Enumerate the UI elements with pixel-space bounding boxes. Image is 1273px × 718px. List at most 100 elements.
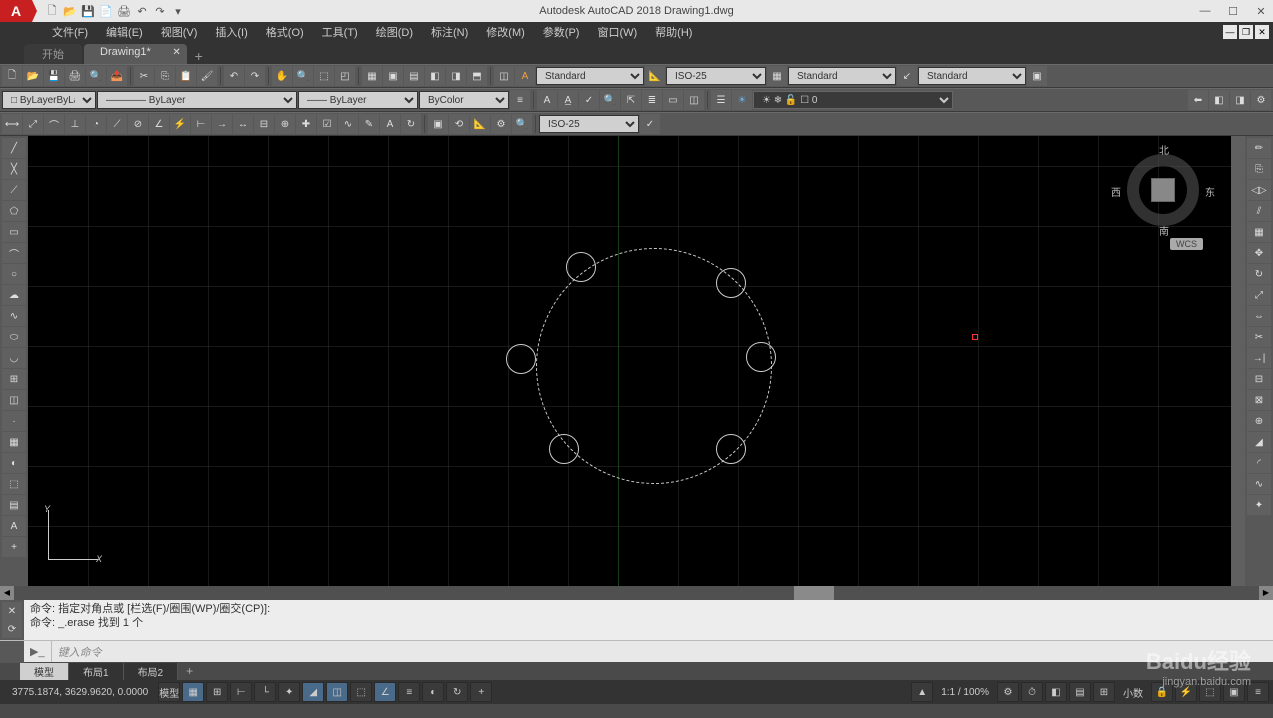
- mdi-close[interactable]: ✕: [1255, 25, 1269, 39]
- dim-continue-icon[interactable]: →: [212, 114, 232, 134]
- tb-misc4-icon[interactable]: ◧: [425, 66, 445, 86]
- trim-tool-icon[interactable]: ✂: [1247, 327, 1271, 347]
- print-icon[interactable]: 🖨: [116, 3, 132, 19]
- status-cycle-btn[interactable]: ↻: [446, 682, 468, 702]
- publish-icon[interactable]: 📤: [107, 66, 127, 86]
- mdi-minimize[interactable]: —: [1223, 25, 1237, 39]
- minimize-button[interactable]: —: [1197, 3, 1213, 19]
- status-units-btn[interactable]: ⊞: [1093, 682, 1115, 702]
- dim-edit-icon[interactable]: ✎: [359, 114, 379, 134]
- menu-view[interactable]: 视图(V): [153, 22, 206, 42]
- status-hw-btn[interactable]: ⚡: [1175, 682, 1197, 702]
- dim-space-icon[interactable]: ↔: [233, 114, 253, 134]
- dim-tool-icon[interactable]: ⚙: [491, 114, 511, 134]
- open-file-icon[interactable]: 📂: [23, 66, 43, 86]
- table-style-icon[interactable]: ▦: [767, 66, 787, 86]
- dim-ordinate-icon[interactable]: ⊥: [65, 114, 85, 134]
- xline-tool-icon[interactable]: ╳: [2, 159, 26, 179]
- menu-edit[interactable]: 编辑(E): [98, 22, 151, 42]
- mdi-restore[interactable]: ❐: [1239, 25, 1253, 39]
- tolerance-icon[interactable]: ⊕: [275, 114, 295, 134]
- layout-add-button[interactable]: +: [178, 663, 201, 679]
- dim-radius-icon[interactable]: ◔: [86, 114, 106, 134]
- compass-south[interactable]: 南: [1159, 223, 1169, 238]
- qat-dropdown-icon[interactable]: ▾: [170, 3, 186, 19]
- dim-quick-icon[interactable]: ⚡: [170, 114, 190, 134]
- layer-tool-icon[interactable]: ⚙: [1251, 90, 1271, 110]
- status-iso2-btn[interactable]: ⬚: [1199, 682, 1221, 702]
- menu-insert[interactable]: 插入(I): [207, 22, 255, 42]
- cmd-prefix[interactable]: ▶_: [24, 641, 52, 662]
- status-iso-btn[interactable]: ◢: [302, 682, 324, 702]
- status-transparency-btn[interactable]: ◐: [422, 682, 444, 702]
- stretch-tool-icon[interactable]: ⇔: [1247, 306, 1271, 326]
- array-tool-icon[interactable]: ▦: [1247, 222, 1271, 242]
- layout-tab-1[interactable]: 布局1: [69, 663, 124, 680]
- rotate-tool-icon[interactable]: ↻: [1247, 264, 1271, 284]
- mirror-tool-icon[interactable]: ◁▷: [1247, 180, 1271, 200]
- layout-tab-2[interactable]: 布局2: [124, 663, 179, 680]
- compass-west[interactable]: 西: [1111, 184, 1121, 199]
- status-3dosnap-btn[interactable]: ⬚: [350, 682, 372, 702]
- tab-start[interactable]: 开始: [24, 44, 82, 64]
- status-perf-btn[interactable]: ⏱: [1021, 682, 1043, 702]
- pan-icon[interactable]: ✋: [272, 66, 292, 86]
- cmd-recent-icon[interactable]: ⟳: [2, 620, 22, 638]
- table-style-select[interactable]: Standard: [788, 67, 896, 85]
- layer-prev-icon[interactable]: ⬅: [1188, 90, 1208, 110]
- justify-icon[interactable]: ≣: [642, 90, 662, 110]
- menu-format[interactable]: 格式(O): [258, 22, 312, 42]
- break-tool-icon[interactable]: ⊠: [1247, 390, 1271, 410]
- dim-update-icon[interactable]: ↻: [401, 114, 421, 134]
- dimstyle-icon[interactable]: 📐: [470, 114, 490, 134]
- drawing-canvas[interactable]: X Y 北 南 西 东 WCS: [28, 136, 1245, 586]
- status-custom-btn[interactable]: ≡: [1247, 682, 1269, 702]
- maximize-button[interactable]: ☐: [1225, 3, 1241, 19]
- status-osnap-btn[interactable]: ◫: [326, 682, 348, 702]
- status-decimal[interactable]: 小数: [1117, 685, 1149, 700]
- layer-iso-icon[interactable]: ◧: [1209, 90, 1229, 110]
- scale-icon[interactable]: ⇱: [621, 90, 641, 110]
- menu-draw[interactable]: 绘图(D): [368, 22, 421, 42]
- ellipse-tool-icon[interactable]: ⬭: [2, 327, 26, 347]
- tab-drawing1[interactable]: Drawing1* ✕: [84, 44, 187, 64]
- tb-misc5-icon[interactable]: ◨: [446, 66, 466, 86]
- match-prop-icon[interactable]: 🖌: [197, 66, 217, 86]
- horizontal-scrollbar[interactable]: ◀ ▶: [0, 586, 1273, 600]
- close-button[interactable]: ✕: [1253, 3, 1269, 19]
- blend-tool-icon[interactable]: ∿: [1247, 474, 1271, 494]
- layer-select[interactable]: ☀ ❄ 🔓 ☐ 0: [753, 91, 953, 109]
- make-block-icon[interactable]: ◫: [2, 390, 26, 410]
- polyline-tool-icon[interactable]: ⟋: [2, 180, 26, 200]
- dim-arc-icon[interactable]: ⌒: [44, 114, 64, 134]
- polygon-tool-icon[interactable]: ⬠: [2, 201, 26, 221]
- zoom-icon[interactable]: 🔍: [293, 66, 313, 86]
- linetype-select[interactable]: ———— ByLayer: [97, 91, 297, 109]
- dim-style-apply-icon[interactable]: ✓: [640, 114, 660, 134]
- extend-tool-icon[interactable]: →|: [1247, 348, 1271, 368]
- addsel-tool-icon[interactable]: +: [2, 537, 26, 557]
- text-style-select[interactable]: Standard: [536, 67, 644, 85]
- point-tool-icon[interactable]: ·: [2, 411, 26, 431]
- mleader-style-select[interactable]: Standard: [918, 67, 1026, 85]
- find-icon[interactable]: 🔍: [600, 90, 620, 110]
- status-gear-icon[interactable]: ⚙: [997, 682, 1019, 702]
- save-file-icon[interactable]: 💾: [44, 66, 64, 86]
- small-circle-4[interactable]: [746, 342, 776, 372]
- dim-inspect-icon[interactable]: 🔍: [512, 114, 532, 134]
- menu-help[interactable]: 帮助(H): [647, 22, 700, 42]
- tab-close-icon[interactable]: ✕: [172, 47, 180, 58]
- menu-file[interactable]: 文件(F): [44, 22, 96, 42]
- field-icon[interactable]: ▭: [663, 90, 683, 110]
- copy-tool-icon[interactable]: ⎘: [1247, 159, 1271, 179]
- layout-tab-model[interactable]: 模型: [20, 663, 69, 680]
- saveas-icon[interactable]: 📄: [98, 3, 114, 19]
- print-file-icon[interactable]: 🖨: [65, 66, 85, 86]
- scroll-left-icon[interactable]: ◀: [0, 586, 14, 600]
- dim-angular-icon[interactable]: ∠: [149, 114, 169, 134]
- plotstyle-select[interactable]: ByColor: [419, 91, 509, 109]
- viewcube[interactable]: 北 南 西 东: [1117, 144, 1209, 236]
- dim-override-icon[interactable]: ▣: [428, 114, 448, 134]
- region-tool-icon[interactable]: ⬚: [2, 474, 26, 494]
- lineweight-select[interactable]: —— ByLayer: [298, 91, 418, 109]
